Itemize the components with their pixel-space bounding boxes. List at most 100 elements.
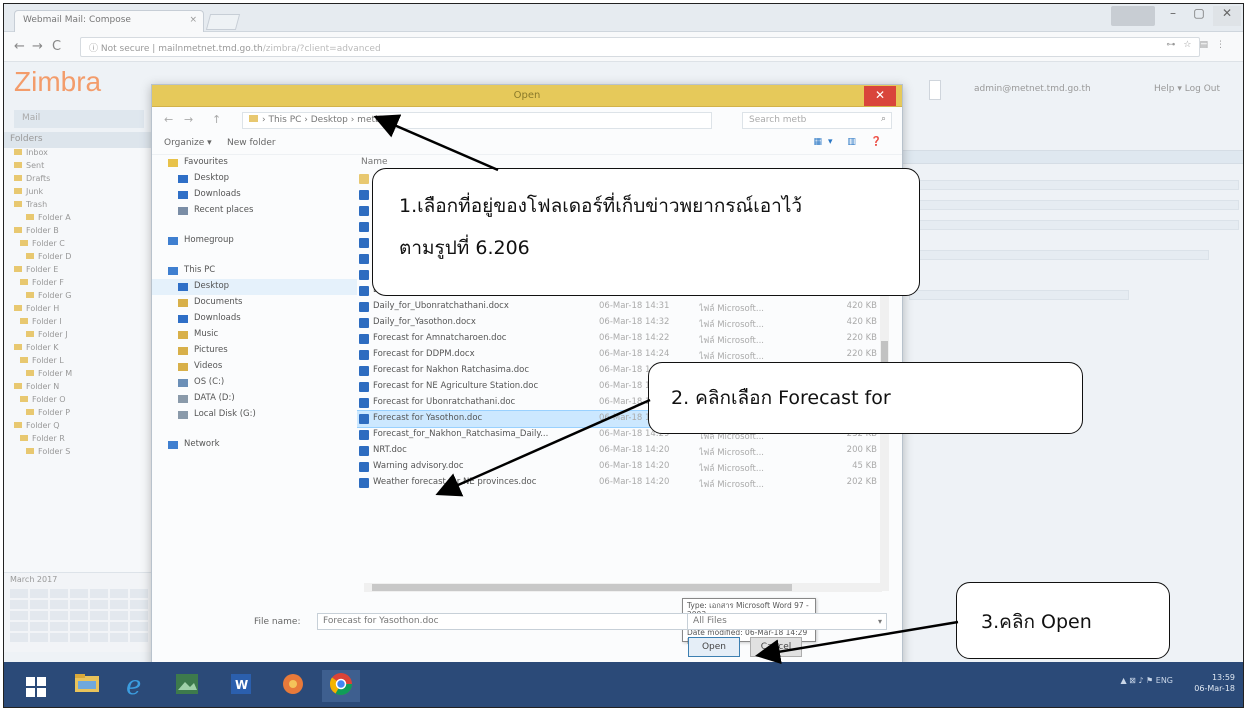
calendar-day[interactable] [10, 589, 28, 598]
zimbra-folder-item[interactable]: Folder G [4, 291, 153, 304]
calendar-day[interactable] [30, 633, 48, 642]
profile-button[interactable] [1111, 6, 1155, 26]
zimbra-folder-item[interactable]: Trash [4, 200, 153, 213]
cancel-button[interactable]: Cancel [750, 637, 802, 657]
calendar-day[interactable] [70, 589, 88, 598]
horizontal-scroll-thumb[interactable] [372, 584, 792, 591]
calendar-day[interactable] [50, 622, 68, 631]
forward-icon[interactable]: → [32, 39, 43, 54]
file-row[interactable]: Daily_for_Yasothon.docx 06-Mar-18 14:32 ไฟ… [357, 315, 889, 331]
zimbra-folder-item[interactable]: Folder L [4, 356, 153, 369]
zimbra-folder-item[interactable]: Folder E [4, 265, 153, 278]
calendar-day[interactable] [50, 633, 68, 642]
nav-item[interactable]: Documents [152, 295, 357, 311]
calendar-day[interactable] [50, 600, 68, 609]
calendar-day[interactable] [90, 589, 108, 598]
zimbra-folder-item[interactable]: Junk [4, 187, 153, 200]
app-icon[interactable] [274, 670, 312, 702]
zimbra-folder-item[interactable]: Folder C [4, 239, 153, 252]
zimbra-folder-item[interactable]: Folder O [4, 395, 153, 408]
calendar-day[interactable] [70, 600, 88, 609]
zimbra-folder-item[interactable]: Folder K [4, 343, 153, 356]
compose-bcc-field[interactable] [909, 220, 1239, 230]
zimbra-folder-item[interactable]: Folder J [4, 330, 153, 343]
site-info-icon[interactable]: ⓘ [89, 44, 98, 54]
zimbra-folder-item[interactable]: Folder P [4, 408, 153, 421]
calendar-day[interactable] [110, 600, 128, 609]
word-icon[interactable]: W [222, 670, 260, 702]
calendar-day[interactable] [130, 611, 148, 620]
zimbra-folder-item[interactable]: Folder M [4, 369, 153, 382]
address-bar[interactable]: ⓘ Not secure | mailnmetnet.tmd.go.th/zim… [80, 37, 1200, 57]
zimbra-folder-item[interactable]: Folder R [4, 434, 153, 447]
dialog-back-icon[interactable]: ← [164, 113, 173, 126]
calendar-day[interactable] [30, 622, 48, 631]
file-name-input[interactable]: Forecast for Yasothon.doc [317, 613, 705, 630]
browser-tool-icons[interactable]: ⊶☆▤⋮ [1166, 40, 1233, 50]
dialog-up-icon[interactable]: ↑ [212, 113, 221, 126]
calendar-day[interactable] [10, 611, 28, 620]
nav-item[interactable]: Desktop [152, 279, 357, 295]
browser-tab[interactable]: Webmail Mail: Compose × [14, 10, 204, 32]
zimbra-folder-item[interactable]: Folder D [4, 252, 153, 265]
compose-from-field[interactable] [909, 250, 1209, 260]
maximize-icon[interactable]: ▢ [1187, 6, 1211, 26]
organize-button[interactable]: Organize ▾ [164, 138, 212, 148]
chrome-icon[interactable] [322, 670, 360, 702]
view-options-icons[interactable]: ▦▾ ▥ ❓ [814, 137, 888, 147]
file-row[interactable]: Warning advisory.doc 06-Mar-18 14:20 ไฟล์ … [357, 459, 889, 475]
calendar-grid[interactable] [4, 587, 154, 644]
open-button[interactable]: Open [688, 637, 740, 657]
file-row[interactable]: Daily_for_Ubonratchathani.docx 06-Mar-18 … [357, 299, 889, 315]
zimbra-folder-item[interactable]: Folder A [4, 213, 153, 226]
file-explorer-icon[interactable] [68, 670, 106, 702]
compose-cc-field[interactable] [909, 200, 1239, 210]
nav-item[interactable]: DATA (D:) [152, 391, 357, 407]
calendar-day[interactable] [50, 611, 68, 620]
file-type-select[interactable]: All Files ▾ [687, 613, 887, 630]
calendar-day[interactable] [110, 633, 128, 642]
zimbra-folder-item[interactable]: Folder H [4, 304, 153, 317]
search-icon[interactable]: ⌕ [881, 114, 886, 124]
zimbra-folder-item[interactable]: Inbox [4, 148, 153, 161]
file-row[interactable]: NRT.doc 06-Mar-18 14:20 ไฟล์ Microsoft... 2… [357, 443, 889, 459]
internet-explorer-icon[interactable]: e [116, 670, 154, 702]
dialog-forward-icon[interactable]: → [184, 113, 193, 126]
zimbra-folder-item[interactable]: Folder I [4, 317, 153, 330]
windows-start-icon[interactable] [18, 670, 56, 702]
dialog-titlebar[interactable]: Open ✕ [152, 85, 902, 107]
new-tab-button[interactable] [205, 14, 241, 30]
zimbra-search-button[interactable] [929, 80, 941, 100]
zimbra-user[interactable]: admin@metnet.tmd.go.th [974, 84, 1091, 94]
nav-item[interactable]: Downloads [152, 311, 357, 327]
photos-icon[interactable] [168, 670, 206, 702]
calendar-day[interactable] [70, 611, 88, 620]
nav-item[interactable]: OS (C:) [152, 375, 357, 391]
nav-item[interactable]: Local Disk (G:) [152, 407, 357, 423]
calendar-day[interactable] [90, 600, 108, 609]
calendar-day[interactable] [130, 589, 148, 598]
window-close-icon[interactable]: ✕ [1213, 6, 1241, 26]
calendar-day[interactable] [10, 633, 28, 642]
calendar-day[interactable] [130, 633, 148, 642]
zimbra-folder-item[interactable]: Drafts [4, 174, 153, 187]
reload-icon[interactable]: C [52, 39, 61, 54]
zimbra-folder-item[interactable]: Folder Q [4, 421, 153, 434]
nav-item[interactable]: Videos [152, 359, 357, 375]
calendar-day[interactable] [70, 633, 88, 642]
calendar-day[interactable] [110, 622, 128, 631]
file-row[interactable]: Forecast for Amnatcharoen.doc 06-Mar-18 1… [357, 331, 889, 347]
system-clock[interactable]: 13:59 06-Mar-18 [1194, 672, 1235, 694]
nav-item[interactable]: Network [152, 437, 357, 453]
calendar-day[interactable] [30, 600, 48, 609]
nav-item[interactable]: Homegroup [152, 233, 357, 249]
nav-item[interactable]: Favourites [152, 155, 357, 171]
zimbra-tab-mail[interactable]: Mail [14, 110, 144, 128]
file-list-horizontal-scrollbar[interactable] [364, 583, 882, 592]
calendar-day[interactable] [30, 611, 48, 620]
system-tray[interactable]: ▲ ⊠ ♪ ⚑ ENG [1120, 676, 1173, 685]
tab-close-icon[interactable]: × [189, 15, 197, 25]
minimize-icon[interactable]: – [1161, 6, 1185, 26]
calendar-day[interactable] [90, 611, 108, 620]
calendar-day[interactable] [30, 589, 48, 598]
